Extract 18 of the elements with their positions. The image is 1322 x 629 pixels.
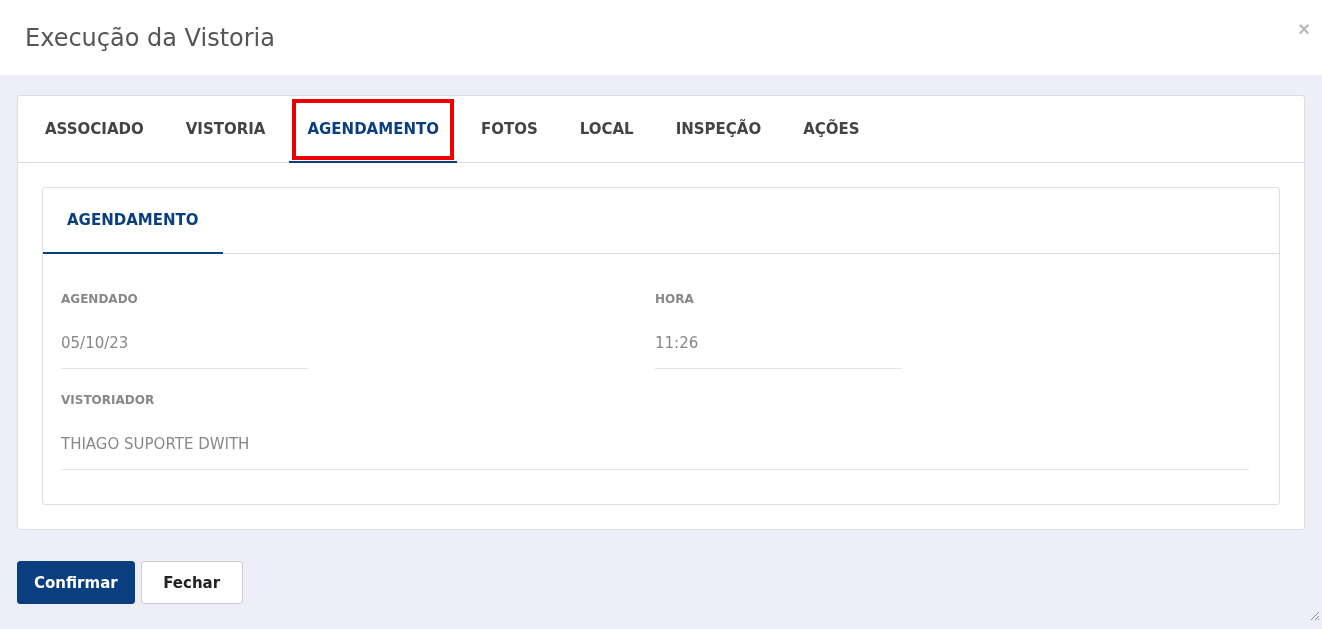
tab[interactable]: AÇÕES <box>785 96 878 163</box>
tab[interactable]: ASSOCIADO <box>27 96 162 163</box>
field-label: AGENDADO <box>61 292 139 306</box>
tab[interactable]: VISTORIA <box>167 96 284 163</box>
tab[interactable]: INSPEÇÃO <box>657 96 780 163</box>
resize-grip-icon[interactable] <box>1310 611 1320 621</box>
field-label: VISTORIADOR <box>61 393 156 407</box>
close-dialog-button[interactable]: Fechar <box>140 561 243 604</box>
field-value: 11:26 <box>655 334 902 369</box>
dialog-title: Execução da Vistoria <box>25 23 275 52</box>
field-value: THIAGO SUPORTE DWITH <box>61 435 1249 470</box>
tab[interactable]: FOTOS <box>462 96 556 163</box>
tab[interactable]: AGENDAMENTO <box>289 96 457 163</box>
field-label: HORA <box>655 292 695 306</box>
tab[interactable]: LOCAL <box>561 96 652 163</box>
field-value: 05/10/23 <box>61 334 308 369</box>
confirm-button[interactable]: Confirmar <box>17 561 135 604</box>
section-tab[interactable]: AGENDAMENTO <box>43 188 223 254</box>
